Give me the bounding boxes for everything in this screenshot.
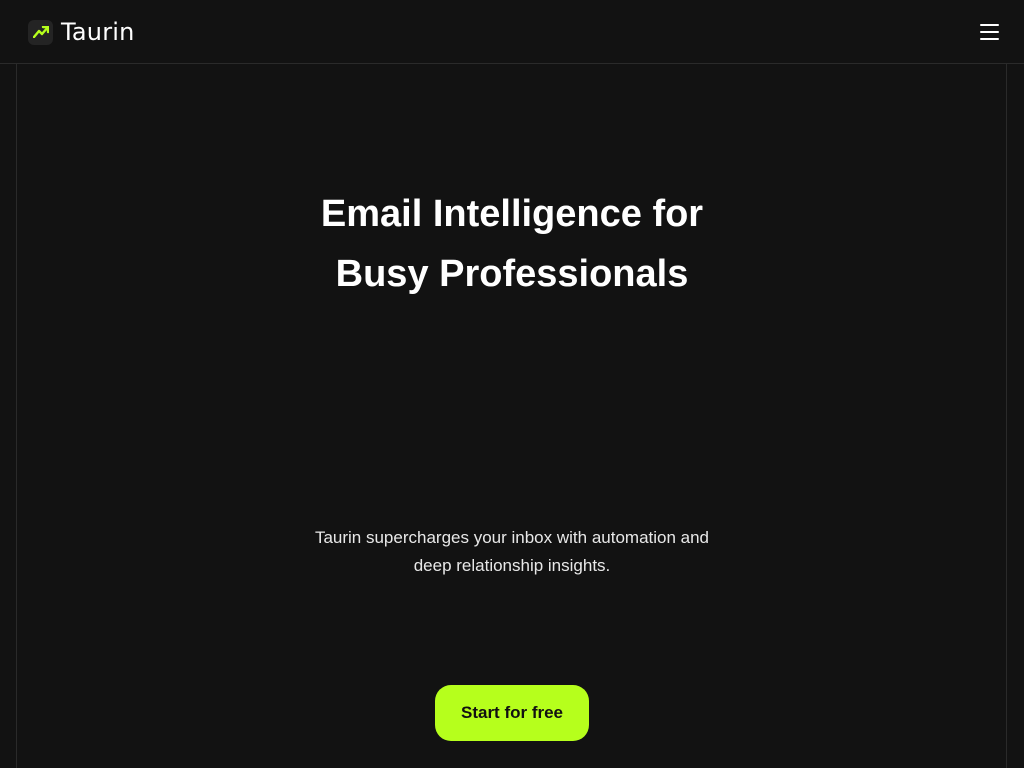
menu-line: [980, 24, 999, 26]
top-navigation-bar: Taurin: [0, 0, 1024, 64]
hero-title: Email Intelligence for Busy Professional…: [320, 193, 704, 295]
hamburger-menu-icon[interactable]: [978, 20, 1002, 44]
hero-frame: [16, 64, 1007, 768]
menu-line: [980, 31, 999, 33]
hero-subtitle: Taurin supercharges your inbox with auto…: [314, 528, 710, 575]
brand-name: Taurin: [61, 18, 135, 46]
trend-arrow-icon: [28, 19, 53, 45]
brand-logo-link[interactable]: Taurin: [28, 19, 135, 45]
menu-line: [980, 38, 999, 40]
start-for-free-button[interactable]: Start for free: [435, 685, 589, 741]
